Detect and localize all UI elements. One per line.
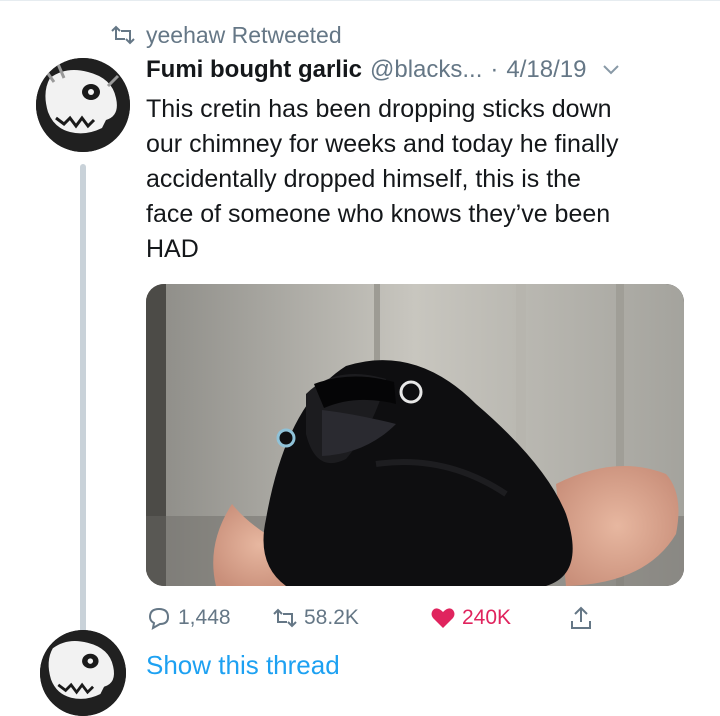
tweet-text: This cretin has been dropping sticks dow…: [146, 92, 696, 267]
reply-count: 1,448: [178, 606, 231, 629]
like-button[interactable]: 240K: [430, 600, 511, 636]
share-button[interactable]: [568, 600, 594, 636]
retweet-indicator[interactable]: yeehaw Retweeted: [110, 18, 342, 52]
tweet-header: Fumi bought garlic @blacks... · 4/18/19: [146, 56, 620, 84]
crow-photo-image: [146, 284, 684, 586]
tweet-date[interactable]: 4/18/19: [506, 56, 586, 84]
top-divider: [0, 0, 720, 1]
retweet-button[interactable]: 58.2K: [272, 600, 359, 636]
display-name[interactable]: Fumi bought garlic: [146, 56, 362, 84]
skull-avatar-icon: [40, 630, 126, 716]
avatar[interactable]: [40, 630, 126, 716]
retweet-label: yeehaw Retweeted: [146, 21, 342, 48]
reply-button[interactable]: 1,448: [146, 600, 231, 636]
tweet-text-line: accidentally dropped himself, this is th…: [146, 165, 581, 193]
retweet-count: 58.2K: [304, 606, 359, 629]
heart-icon: [431, 608, 455, 628]
like-count: 240K: [462, 606, 512, 629]
thread-connector-line: [80, 164, 86, 634]
reply-icon: [148, 607, 170, 630]
skull-avatar-icon: [36, 58, 130, 152]
separator-dot: ·: [490, 56, 499, 83]
retweet-icon: [273, 608, 297, 628]
tweet-text-line: face of someone who knows they’ve been: [146, 200, 611, 228]
tweet-photo[interactable]: [146, 284, 684, 586]
tweet-text-line: This cretin has been dropping sticks dow…: [146, 95, 612, 123]
tweet-text-line: HAD: [146, 235, 199, 263]
share-icon: [571, 606, 591, 629]
tweet-text-line: our chimney for weeks and today he final…: [146, 130, 619, 158]
show-thread-link[interactable]: Show this thread: [146, 650, 340, 681]
avatar[interactable]: [36, 58, 130, 152]
user-handle[interactable]: @blacks...: [370, 56, 482, 84]
chevron-down-icon[interactable]: [602, 64, 620, 76]
retweet-icon: [111, 25, 135, 45]
